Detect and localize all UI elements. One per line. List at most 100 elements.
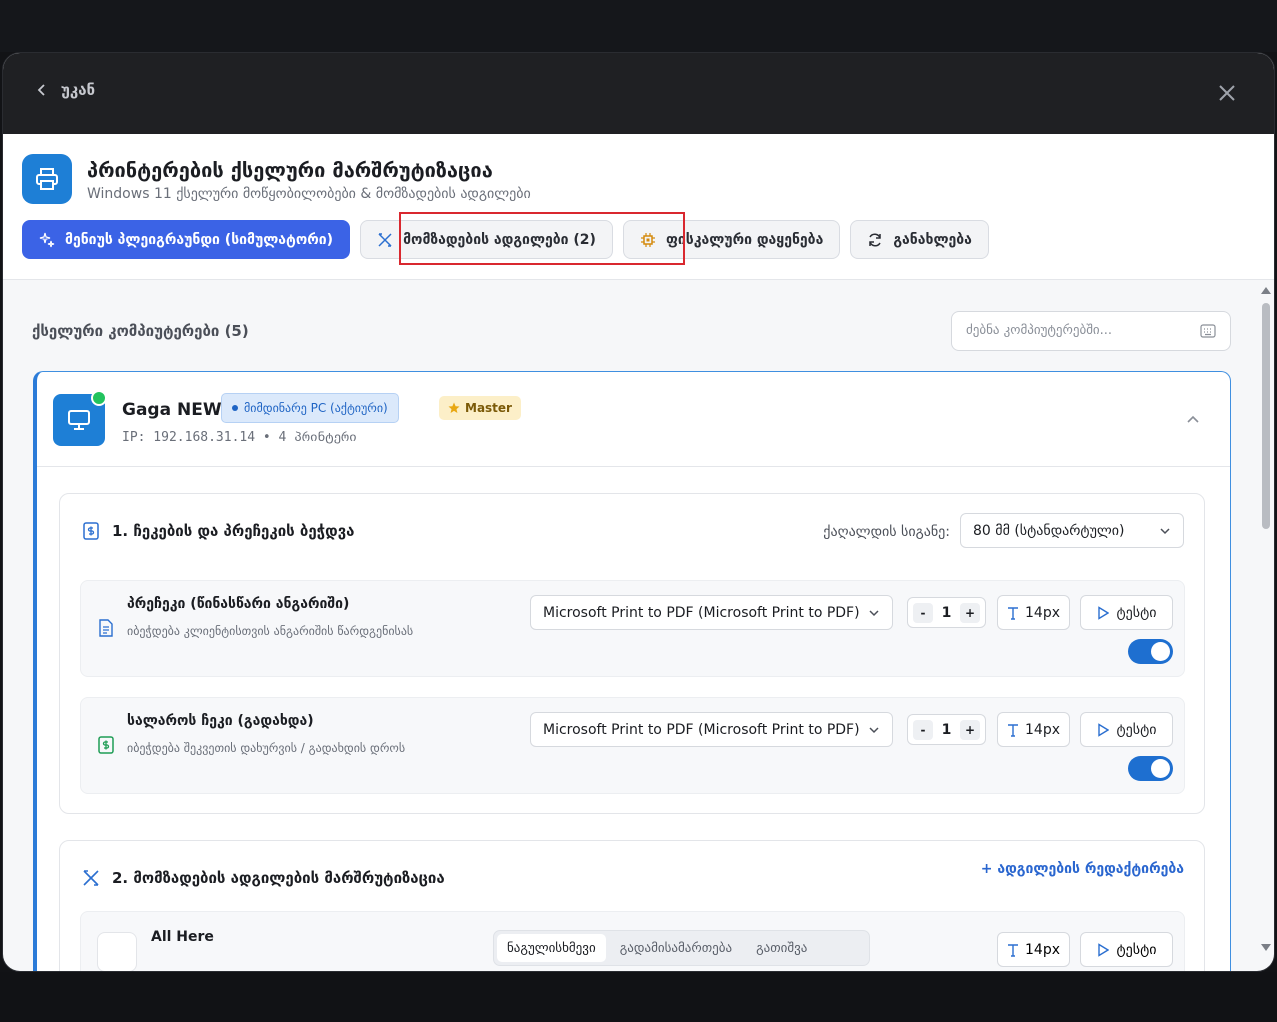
test-label: ტესტი: [1116, 721, 1157, 738]
search-placeholder: ძებნა კომპიუტერებში...: [966, 323, 1113, 338]
badge-dot: [232, 405, 238, 411]
copies-value: 1: [941, 721, 952, 738]
tab-label: განახლება: [893, 231, 972, 248]
printer-value: Microsoft Print to PDF (Microsoft Print …: [543, 604, 860, 621]
printer-routing-modal: უკან პრინტერების ქსელური მარშრუტიზაცია W…: [2, 52, 1275, 972]
decrement-button[interactable]: -: [913, 602, 933, 623]
tab-refresh[interactable]: განახლება: [850, 220, 989, 259]
tab-label: ფისკალური დაყენება: [665, 231, 824, 248]
font-size-value: 14px: [1025, 604, 1060, 621]
page-subtitle: Windows 11 ქსელური მოწყობილობები & მომზა…: [87, 186, 531, 202]
prep-routing-panel: 2. მომზადების ადგილების მარშრუტიზაცია + …: [59, 840, 1205, 971]
master-badge: Master: [439, 396, 521, 420]
online-status-dot: [91, 390, 107, 406]
pc-card-header[interactable]: Gaga NEW მიმდინარე PC (აქტიური) Master I…: [37, 372, 1230, 467]
close-icon[interactable]: [1216, 82, 1238, 104]
copies-value: 1: [941, 604, 952, 621]
printer-select[interactable]: Microsoft Print to PDF (Microsoft Print …: [530, 595, 893, 630]
scroll-down-arrow[interactable]: [1261, 944, 1271, 951]
play-icon: [1097, 722, 1109, 737]
toggle-knob: [1151, 642, 1170, 661]
station-icon: [97, 932, 137, 971]
tab-menu-playground[interactable]: მენიუს პლეიგრაუნდი (სიმულატორი): [22, 220, 351, 259]
badge-label: Master: [465, 401, 512, 415]
test-print-button[interactable]: ტესტი: [1080, 595, 1173, 630]
panel-title: 2. მომზადების ადგილების მარშრუტიზაცია: [82, 869, 445, 887]
panel-title: 1. ჩეკების და პრეჩეკის ბეჭდვა: [82, 522, 354, 540]
test-label: ტესტი: [1116, 941, 1157, 958]
chevron-down-icon: [1160, 527, 1170, 534]
increment-button[interactable]: +: [960, 602, 980, 623]
modal-header: პრინტერების ქსელური მარშრუტიზაცია Window…: [3, 134, 1274, 280]
star-icon: [448, 402, 460, 413]
highlight-box: [399, 212, 685, 265]
row-title: პრეჩეკი (წინასწარი ანგარიში): [127, 596, 350, 612]
decrement-button[interactable]: -: [913, 719, 933, 740]
chevron-left-icon: [37, 84, 45, 96]
tab-label: მენიუს პლეიგრაუნდი (სიმულატორი): [65, 231, 334, 248]
receipt-printing-panel: 1. ჩეკების და პრეჩეკის ბეჭდვა ქაღალდის ს…: [59, 493, 1205, 814]
chevron-down-icon: [869, 609, 879, 616]
copies-stepper: - 1 +: [907, 597, 986, 628]
row-description: იბეჭდება კლიენტისთვის ანგარიშის წარდგენი…: [127, 624, 414, 638]
test-label: ტესტი: [1116, 604, 1157, 621]
station-name: All Here: [151, 929, 214, 945]
badge-label: მიმდინარე PC (აქტიური): [244, 401, 388, 415]
paper-width-label: ქაღალდის სიგანე:: [823, 524, 950, 540]
paper-width-select[interactable]: 80 მმ (სტანდარტული): [960, 513, 1184, 548]
pc-card: Gaga NEW მიმდინარე PC (აქტიური) Master I…: [33, 371, 1231, 971]
prep-station-row: All Here ნაგულისხმევი გადამისამართება გა…: [80, 911, 1185, 971]
test-print-button[interactable]: ტესტი: [1080, 932, 1173, 967]
printer-value: Microsoft Print to PDF (Microsoft Print …: [543, 721, 860, 738]
font-size-value: 14px: [1025, 721, 1060, 738]
play-icon: [1097, 605, 1109, 620]
test-print-button[interactable]: ტესტი: [1080, 712, 1173, 747]
sparkle-icon: [39, 232, 55, 247]
font-size-value: 14px: [1025, 941, 1060, 958]
printer-select[interactable]: Microsoft Print to PDF (Microsoft Print …: [530, 712, 893, 747]
segment-redirect[interactable]: გადამისამართება: [610, 934, 742, 962]
copies-stepper: - 1 +: [907, 714, 986, 745]
printer-icon: [22, 154, 72, 204]
chevron-up-icon[interactable]: [1186, 412, 1200, 426]
enable-toggle[interactable]: [1128, 756, 1173, 781]
edit-stations-link[interactable]: + ადგილების რედაქტირება: [981, 861, 1184, 877]
scroll-thumb[interactable]: [1262, 303, 1270, 529]
segment-default[interactable]: ნაგულისხმევი: [497, 934, 606, 962]
font-size-button[interactable]: 14px: [997, 712, 1070, 747]
page-title: პრინტერების ქსელური მარშრუტიზაცია: [87, 158, 493, 182]
text-size-icon: [1008, 606, 1018, 620]
increment-button[interactable]: +: [960, 719, 980, 740]
keyboard-icon: [1200, 324, 1216, 338]
chevron-down-icon: [869, 726, 879, 733]
pc-meta: IP: 192.168.31.14 • 4 პრინტერი: [122, 430, 357, 445]
paper-width-value: 80 მმ (სტანდარტული): [973, 522, 1125, 539]
back-button[interactable]: უკან: [35, 81, 95, 99]
section-title: ქსელური კომპიუტერები (5): [32, 322, 249, 340]
content-area: ქსელური კომპიუტერები (5) ძებნა კომპიუტერ…: [3, 280, 1262, 971]
scrollbar[interactable]: [1260, 285, 1272, 953]
scroll-up-arrow[interactable]: [1261, 287, 1271, 294]
segment-disable[interactable]: გათიშვა: [746, 934, 817, 962]
back-label: უკან: [61, 81, 96, 99]
pc-name: Gaga NEW: [122, 400, 222, 420]
utensils-icon: [378, 232, 392, 247]
refresh-icon: [869, 232, 882, 247]
toggle-knob: [1151, 759, 1170, 778]
backdrop-bottom: [0, 972, 1277, 1022]
cashier-receipt-row: სალაროს ჩეკი (გადახდა) იბეჭდება შეკვეთის…: [80, 697, 1185, 794]
backdrop-top: [0, 0, 1277, 52]
modal-topbar: უკან: [3, 53, 1274, 134]
document-icon: [99, 619, 113, 637]
text-size-icon: [1008, 723, 1018, 737]
font-size-button[interactable]: 14px: [997, 932, 1070, 967]
panel-title-text: 1. ჩეკების და პრეჩეკის ბეჭდვა: [112, 522, 355, 540]
current-pc-badge: მიმდინარე PC (აქტიური): [221, 393, 399, 423]
routing-mode-segment: ნაგულისხმევი გადამისამართება გათიშვა: [493, 930, 870, 966]
enable-toggle[interactable]: [1128, 639, 1173, 664]
text-size-icon: [1008, 943, 1018, 957]
play-icon: [1097, 942, 1109, 957]
row-description: იბეჭდება შეკვეთის დახურვის / გადახდის დრ…: [127, 741, 406, 755]
search-input[interactable]: ძებნა კომპიუტერებში...: [951, 311, 1231, 351]
font-size-button[interactable]: 14px: [997, 595, 1070, 630]
